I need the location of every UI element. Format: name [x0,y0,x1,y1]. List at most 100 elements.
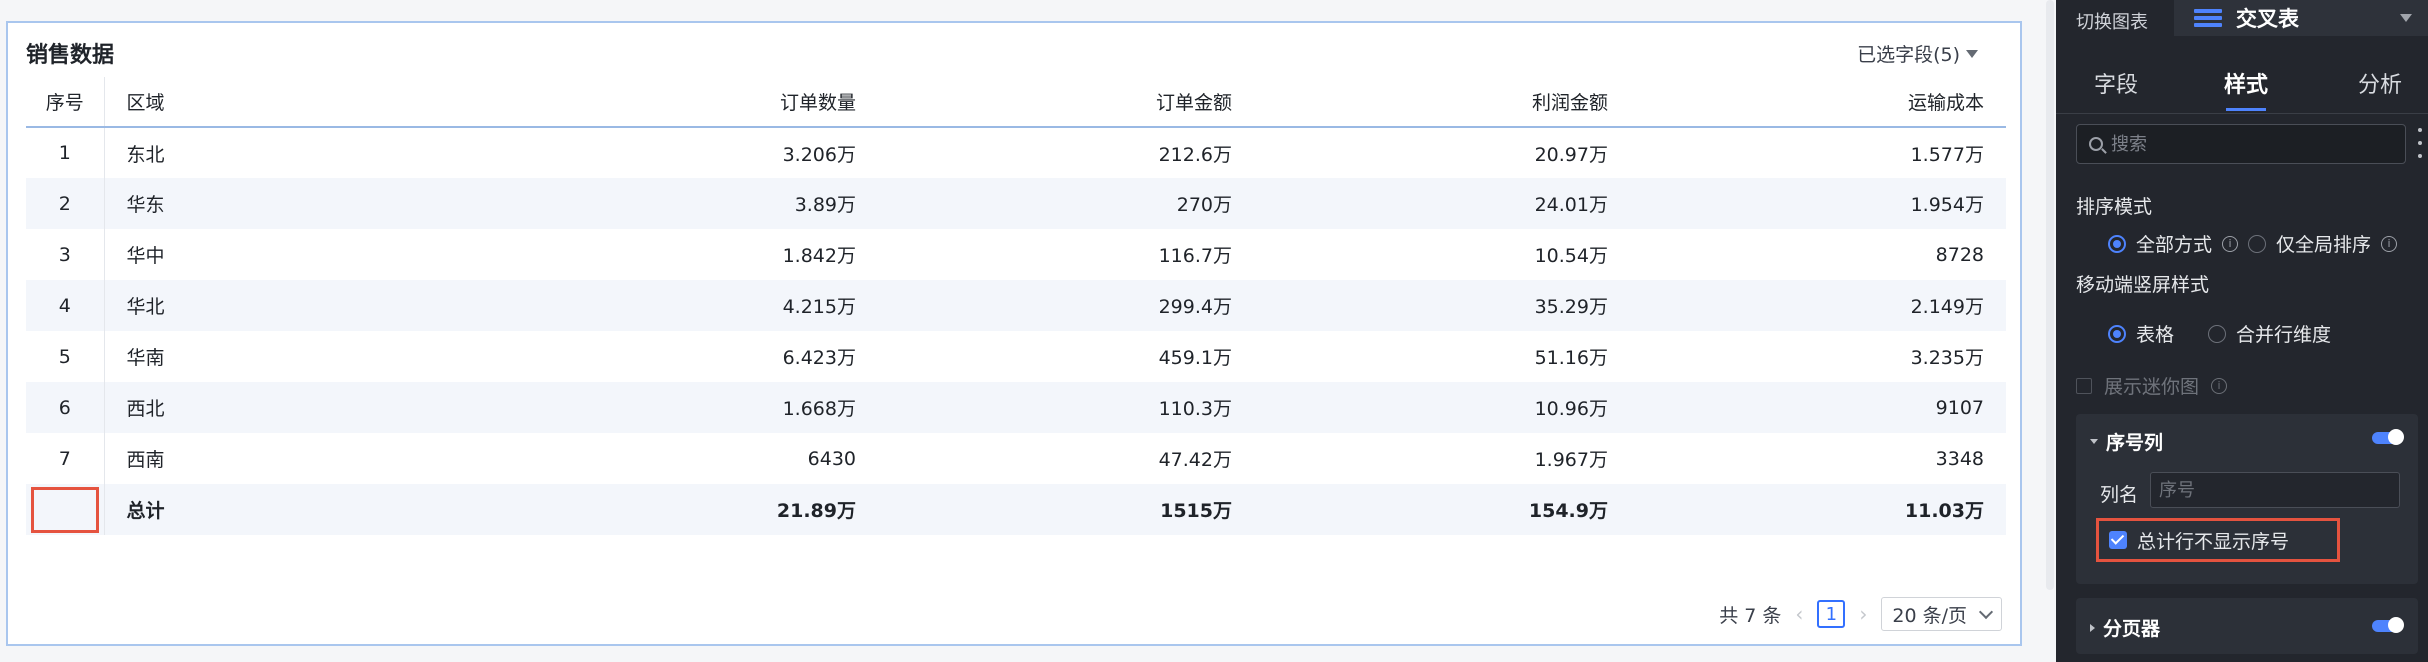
row-region: 华东 [104,178,502,229]
total-profit: 154.9万 [1254,484,1630,535]
paginator-header[interactable]: 分页器 [2090,614,2160,641]
table-row: 7 西南 6430 47.42万 1.967万 3348 [26,433,2006,484]
row-order-qty: 4.215万 [502,280,878,331]
search-icon [2089,137,2103,151]
row-profit: 20.97万 [1534,143,1608,166]
switch-chart-label: 切换图表 [2076,12,2148,33]
row-region: 东北 [126,143,165,166]
selected-fields-label: 已选字段(5) [1857,44,1960,66]
row-shipping-cost: 1.954万 [1630,178,2006,229]
row-shipping-cost: 3348 [1935,447,1984,470]
tab-analysis[interactable]: 分析 [2358,67,2402,99]
panel-tabs: 字段 样式 分析 [2056,52,2428,114]
row-profit: 10.54万 [1534,245,1608,267]
row-order-amount: 110.3万 [878,382,1254,433]
radio-table[interactable] [2108,324,2126,343]
page-size-select[interactable]: 20 条/页 [1881,597,2002,631]
table-row: 3 华中 1.842万 116.7万 10.54万 8728 [26,229,2006,280]
row-order-qty: 3.206万 [782,143,856,166]
table-row: 2 华东 3.89万 270万 24.01万 1.954万 [26,178,2006,229]
radio-all-modes[interactable] [2108,234,2126,253]
column-name-input[interactable] [2150,472,2400,508]
row-order-qty: 6430 [807,447,856,470]
page-scrollbar[interactable] [2046,0,2054,590]
row-profit: 24.01万 [1254,178,1630,229]
header-shipping-cost[interactable]: 运输成本 [1630,77,2006,128]
row-index: 7 [26,433,105,484]
sales-table: 序号 区域 订单数量 订单金额 利润金额 运输成本 1 东北 3.206万 21… [26,77,2006,535]
radio-table-label: 表格 [2136,324,2175,346]
row-index: 3 [26,229,105,280]
pagination: 共 7 条 ‹ 1 › 20 条/页 [1719,597,2002,631]
row-index: 6 [26,382,105,433]
empty-index-highlight [30,486,99,533]
more-icon[interactable] [2418,128,2422,158]
radio-all-modes-label: 全部方式 [2136,234,2213,256]
radio-merge-rows-label: 合并行维度 [2236,324,2332,346]
row-shipping-cost: 9107 [1630,382,2006,433]
index-column-header[interactable]: 序号列 [2090,428,2163,455]
row-index: 1 [26,127,105,178]
caret-down-icon [1966,49,1978,58]
row-profit: 51.16万 [1534,347,1608,369]
chart-type-select[interactable]: 交叉表 [2174,0,2428,36]
row-order-amount: 459.1万 [1158,347,1232,369]
index-column-title: 序号列 [2106,432,2164,454]
mini-chart-row: 展示迷你图 i [2076,372,2228,399]
total-order-qty: 21.89万 [502,484,878,535]
row-order-qty: 6.423万 [782,347,856,369]
row-order-amount: 212.6万 [1158,143,1232,166]
row-profit: 1.967万 [1534,449,1608,471]
next-page-icon[interactable]: › [1859,602,1867,626]
row-order-amount: 47.42万 [1158,449,1232,471]
hide-index-in-total-checkbox[interactable] [2109,531,2127,549]
row-profit: 10.96万 [1254,382,1630,433]
table-row: 4 华北 4.215万 299.4万 35.29万 2.149万 [26,280,2006,331]
tab-style[interactable]: 样式 [2224,67,2268,99]
row-index: 5 [26,331,105,382]
paginator-toggle[interactable] [2372,617,2404,633]
paginator-group: 分页器 [2076,598,2418,654]
row-shipping-cost: 3.235万 [1910,347,1984,369]
table-row: 1 东北 3.206万 212.6万 20.97万 1.577万 [26,127,2006,178]
hide-index-in-total-option[interactable]: 总计行不显示序号 [2096,518,2340,562]
collapse-caret-icon [2090,439,2098,444]
info-icon[interactable]: i [2222,235,2239,252]
row-region: 西南 [126,449,165,471]
chart-switch-row: 切换图表 交叉表 [2056,0,2428,38]
expand-caret-icon [2090,623,2095,632]
prev-page-icon[interactable]: ‹ [1795,602,1803,626]
radio-global-only[interactable] [2248,234,2267,253]
selected-fields-dropdown[interactable]: 已选字段(5) [1857,40,1978,67]
header-profit[interactable]: 利润金额 [1254,77,1630,128]
chart-type-name: 交叉表 [2236,7,2299,31]
page-1-button[interactable]: 1 [1817,600,1846,628]
header-region[interactable]: 区域 [104,77,502,128]
tab-fields[interactable]: 字段 [2094,67,2138,99]
table-row: 5 华南 6.423万 459.1万 51.16万 3.235万 [26,331,2006,382]
info-icon[interactable]: i [2381,235,2398,252]
table-card: 销售数据 已选字段(5) 序号 区域 订单数量 订单金额 利润金额 运输成本 1… [6,21,2022,646]
row-profit: 35.29万 [1254,280,1630,331]
row-index: 4 [26,280,105,331]
index-column-group: 序号列 列名 总计行不显示序号 [2076,414,2418,584]
header-order-amount[interactable]: 订单金额 [878,77,1254,128]
row-order-qty: 3.89万 [502,178,878,229]
header-index[interactable]: 序号 [26,77,105,128]
active-tab-indicator [2226,108,2266,111]
total-index-cell [26,484,105,535]
row-region: 华北 [104,280,502,331]
paginator-title: 分页器 [2103,618,2161,640]
table-title: 销售数据 [26,43,115,68]
row-order-amount: 270万 [878,178,1254,229]
info-icon[interactable]: i [2211,377,2228,394]
row-region: 华南 [126,347,165,369]
index-column-toggle[interactable] [2372,429,2404,445]
radio-merge-rows[interactable] [2208,324,2227,343]
column-name-label: 列名 [2100,484,2139,506]
search-input[interactable] [2111,133,2391,155]
row-order-amount: 116.7万 [1158,245,1232,267]
mini-chart-checkbox[interactable] [2076,377,2092,394]
header-order-qty[interactable]: 订单数量 [502,77,878,128]
mobile-style-options: 表格 合并行维度 [2108,320,2331,347]
